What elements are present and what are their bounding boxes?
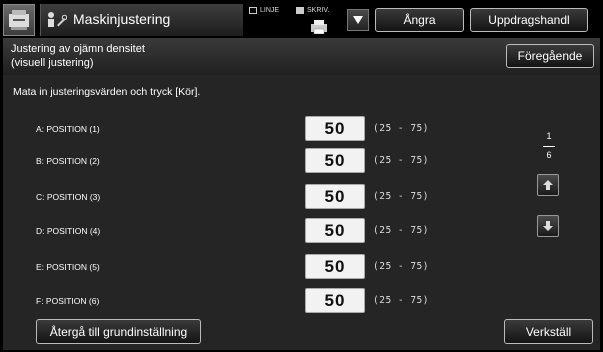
position-label-c: C: POSITION (3) [36, 192, 101, 202]
section-title-line1: Justering av ojämn densitet [11, 43, 145, 55]
position-value-e[interactable]: 50 [305, 254, 365, 279]
range-text-a: (25 - 75) [373, 123, 429, 134]
checkbox-empty-icon [249, 7, 257, 14]
page-total: 6 [546, 150, 552, 160]
page-up-button[interactable] [537, 174, 559, 196]
subheader-bar: Justering av ojämn densitet (visuell jus… [3, 38, 600, 75]
job-status-button[interactable]: Uppdragshandl [470, 8, 588, 32]
arrow-up-icon [543, 180, 553, 190]
range-text-e: (25 - 75) [373, 261, 429, 272]
reset-default-button[interactable]: Återgå till grundinställning [36, 319, 201, 344]
position-label-d: D: POSITION (4) [36, 226, 101, 236]
range-text-f: (25 - 75) [373, 295, 429, 306]
mode-print-label: SKRIV. [307, 7, 330, 14]
previous-button[interactable]: Föregående [506, 44, 594, 68]
position-label-a: A: POSITION (1) [36, 124, 100, 134]
range-text-c: (25 - 75) [373, 191, 429, 202]
mode-print-indicator: SKRIV. [296, 7, 329, 14]
mode-line-indicator: LINJE [249, 7, 279, 14]
range-text-b: (25 - 75) [373, 155, 429, 166]
dropdown-button[interactable] [347, 9, 369, 31]
section-title-line2: (visuell justering) [11, 57, 94, 69]
position-value-d[interactable]: 50 [305, 218, 365, 243]
page-divider [543, 146, 555, 147]
triangle-down-icon [353, 16, 363, 24]
printer-icon [311, 20, 327, 34]
undo-button[interactable]: Ångra [375, 8, 464, 32]
section-title: Justering av ojämn densitet (visuell jus… [11, 42, 145, 70]
page-current: 1 [546, 131, 552, 141]
position-label-e: E: POSITION (5) [36, 262, 100, 272]
machine-adjust-icon[interactable] [3, 4, 35, 36]
execute-button[interactable]: Verkställ [504, 319, 593, 344]
position-label-f: F: POSITION (6) [36, 296, 100, 306]
instruction-text: Mata in justeringsvärden och tryck [Kör]… [13, 86, 201, 98]
position-value-a[interactable]: 50 [305, 116, 365, 141]
main-panel: Mata in justeringsvärden och tryck [Kör]… [3, 75, 600, 350]
position-value-c[interactable]: 50 [305, 184, 365, 209]
title-box: Maskinjustering [40, 4, 243, 36]
checkbox-filled-icon [296, 7, 304, 14]
position-value-f[interactable]: 50 [305, 288, 365, 313]
arrow-down-icon [543, 221, 553, 231]
page-title: Maskinjustering [73, 11, 171, 27]
page-down-button[interactable] [537, 215, 559, 237]
wrench-person-icon [48, 12, 67, 27]
position-label-b: B: POSITION (2) [36, 156, 100, 166]
mode-line-label: LINJE [260, 7, 280, 14]
header-bar: Maskinjustering LINJE SKRIV. Ångra Uppdr… [0, 0, 603, 38]
position-value-b[interactable]: 50 [305, 148, 365, 173]
range-text-d: (25 - 75) [373, 225, 429, 236]
